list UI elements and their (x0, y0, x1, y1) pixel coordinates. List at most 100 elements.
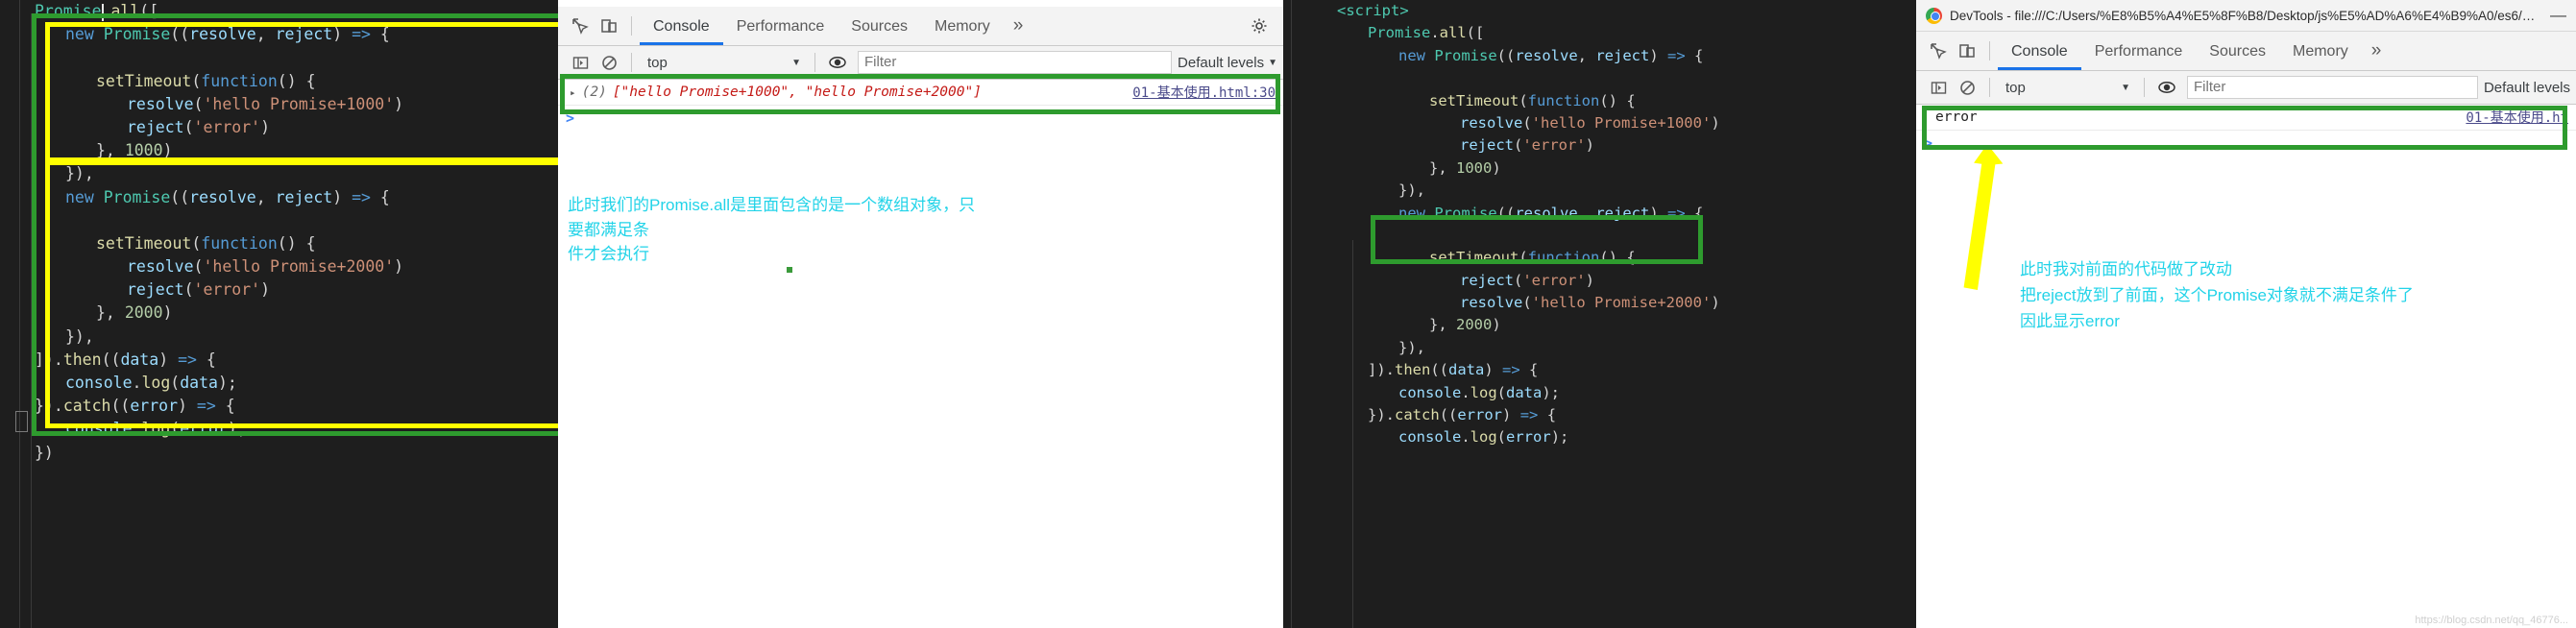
console-row-value: ["hello Promise+1000", "hello Promise+20… (612, 85, 982, 100)
clear-console-icon[interactable] (1953, 73, 1981, 102)
editor-gutter-line (19, 0, 20, 628)
right-code-editor[interactable]: <script> Promise.all([new Promise((resolv… (1283, 0, 1916, 628)
inspect-element-icon[interactable] (1924, 36, 1953, 65)
code-line: Promise.all([ (35, 2, 159, 20)
code-line: console.log(error); (65, 420, 247, 439)
code-line: setTimeout(function() { (96, 233, 316, 253)
devtools-filterbar-left[interactable]: top ▼ Default levels ▼ (558, 46, 1283, 80)
console-output-left[interactable]: ▸ (2) ["hello Promise+1000", "hello Prom… (558, 80, 1283, 606)
code-line: setTimeout(function() { (96, 71, 316, 90)
expand-arrow-icon[interactable]: ▸ (570, 86, 576, 99)
code-line: }), (1398, 338, 1425, 356)
clear-console-icon[interactable] (595, 48, 623, 77)
code-line: setTimeout(function() { (1429, 249, 1636, 267)
code-line: }, 2000) (1429, 316, 1501, 334)
tab-console[interactable]: Console (1998, 33, 2081, 70)
more-tabs-icon[interactable]: » (2362, 40, 2392, 61)
execution-context-value: top (647, 54, 668, 71)
console-log-row[interactable]: ▸ (2) ["hello Promise+1000", "hello Prom… (558, 80, 1283, 106)
prompt-chevron-icon: > (566, 109, 575, 127)
code-line: ]).then((data) => { (1368, 361, 1539, 379)
inspect-element-icon[interactable] (566, 12, 595, 40)
more-tabs-icon[interactable]: » (1004, 15, 1033, 36)
tab-performance[interactable]: Performance (2081, 33, 2197, 70)
console-sidebar-toggle-icon[interactable] (1924, 73, 1953, 102)
code-line: new Promise((resolve, reject) => { (1398, 46, 1704, 64)
console-settings-eye-icon[interactable] (2152, 73, 2181, 102)
code-line: <script> (1337, 2, 1409, 19)
left-code-editor[interactable]: Promise.all([ new Promise((resolve, rejec… (0, 0, 558, 628)
code-line: resolve('hello Promise+1000') (127, 94, 404, 113)
devtools-tabbar-left[interactable]: Console Performance Sources Memory » (558, 7, 1283, 46)
code-line: resolve('hello Promise+2000') (1460, 294, 1720, 312)
code-line: setTimeout(function() { (1429, 91, 1636, 109)
code-line: new Promise((resolve, reject) => { (65, 187, 390, 206)
console-output-right[interactable]: error 01-基本使用.ht > 此时我对前面的代码做了改动 把reject… (1916, 105, 2576, 628)
tab-memory[interactable]: Memory (921, 8, 1004, 45)
console-prompt-row[interactable]: > (558, 106, 1283, 131)
settings-gear-icon[interactable] (1245, 12, 1274, 40)
filterbar-divider (814, 53, 815, 72)
console-row-value: error (1935, 109, 1978, 125)
left-code-text[interactable]: Promise.all([ new Promise((resolve, rejec… (0, 0, 558, 465)
code-line: resolve('hello Promise+1000') (1460, 113, 1720, 132)
filterbar-divider (2144, 78, 2145, 97)
chrome-logo-icon (1926, 7, 1942, 24)
editor-gutter-line (31, 13, 32, 628)
console-settings-eye-icon[interactable] (823, 48, 852, 77)
tab-sources[interactable]: Sources (2196, 33, 2279, 70)
toolbar-divider (1989, 41, 1990, 60)
log-levels-select[interactable]: Default levels ▼ (1178, 55, 1283, 71)
code-line: reject('error') (127, 117, 271, 136)
log-levels-select[interactable]: Default levels (2484, 80, 2576, 96)
console-log-row[interactable]: error 01-基本使用.ht (1916, 105, 2576, 131)
tab-memory[interactable]: Memory (2279, 33, 2362, 70)
code-line: }), (65, 326, 94, 346)
code-line: new Promise((resolve, reject) => { (65, 25, 390, 44)
screenshot-root: Promise.all([ new Promise((resolve, rejec… (0, 0, 2576, 628)
devtools-filterbar-right[interactable]: top ▼ Default levels (1916, 71, 2576, 105)
console-row-count: (2) (581, 85, 607, 100)
console-filter-input[interactable] (858, 51, 1173, 74)
minimize-button[interactable]: — (2537, 6, 2566, 25)
code-line: reject('error') (1460, 136, 1595, 155)
execution-context-select[interactable]: top ▼ (640, 55, 807, 71)
devtools-window-titlebar: DevTools - file:///C:/Users/%E8%B5%A4%E5… (1916, 0, 2576, 32)
editor-gutter-line (1352, 240, 1353, 628)
prompt-chevron-icon: > (1924, 134, 1933, 152)
console-filter-input[interactable] (2187, 76, 2478, 99)
devtools-panel-right[interactable]: DevTools - file:///C:/Users/%E8%B5%A4%E5… (1916, 0, 2576, 628)
code-line: }), (1398, 181, 1425, 200)
editor-gutter-line (1291, 0, 1292, 628)
tab-console[interactable]: Console (640, 8, 723, 45)
tab-performance[interactable]: Performance (723, 8, 838, 45)
device-toolbar-icon[interactable] (595, 12, 623, 40)
code-line: }), (65, 164, 94, 183)
code-line: ]).then((data) => { (35, 350, 216, 369)
code-line: }).catch((error) => { (35, 397, 235, 416)
code-line: reject('error') (1460, 271, 1595, 289)
execution-context-value: top (2005, 79, 2026, 96)
console-row-source-link[interactable]: 01-基本使用.html:30 (1132, 83, 1276, 102)
annotation-text-left: 此时我们的Promise.all是里面包含的是一个数组对象，只要都满足条 件才会… (568, 196, 976, 263)
chevron-down-icon: ▼ (2121, 82, 2130, 93)
console-sidebar-toggle-icon[interactable] (566, 48, 595, 77)
tab-sources[interactable]: Sources (838, 8, 921, 45)
devtools-tabbar-right[interactable]: Console Performance Sources Memory » (1916, 32, 2576, 71)
device-toolbar-icon[interactable] (1953, 36, 1981, 65)
code-line: console.log(error); (1398, 428, 1569, 447)
code-line: }) (35, 443, 54, 462)
toolbar-divider (631, 16, 632, 36)
devtools-panel-left[interactable]: Console Performance Sources Memory » top… (558, 0, 1283, 628)
filterbar-divider (631, 53, 632, 72)
code-line: }, 1000) (96, 141, 173, 160)
code-line: }, 1000) (1429, 158, 1501, 177)
right-code-text[interactable]: <script> Promise.all([new Promise((resolv… (1283, 0, 1916, 449)
execution-context-select[interactable]: top ▼ (1998, 80, 2136, 96)
chevron-down-icon: ▼ (1268, 57, 1277, 68)
devtools-window-title: DevTools - file:///C:/Users/%E8%B5%A4%E5… (1950, 8, 2537, 23)
console-row-source-link[interactable]: 01-基本使用.ht (2466, 108, 2568, 127)
